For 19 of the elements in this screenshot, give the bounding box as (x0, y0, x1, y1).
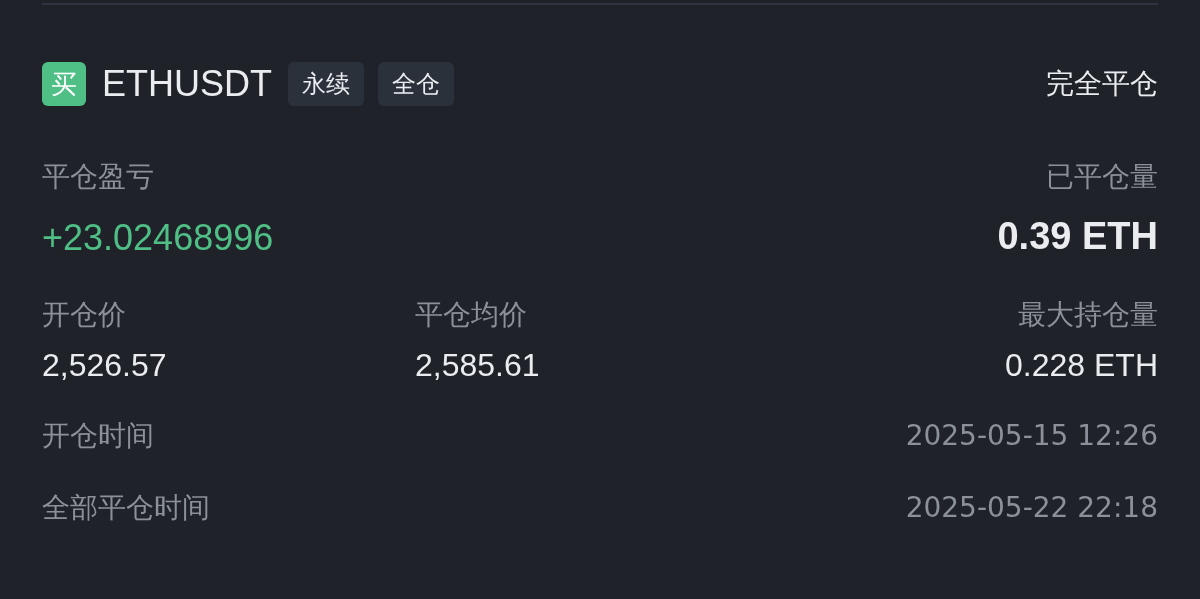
time-label: 开仓时间 (42, 418, 154, 454)
pnl-label: 平仓盈亏 (42, 159, 155, 195)
price-label: 平仓均价 (415, 297, 528, 333)
time-value: 2025-05-15 12:26 (905, 418, 1158, 454)
time-value: 2025-05-22 22:18 (905, 490, 1158, 526)
tag: 永续 (288, 62, 364, 106)
symbol-title: ETHUSDT (102, 63, 272, 105)
pnl-value: +23.02468996 (42, 217, 274, 259)
price-value: 0.228 ETH (1005, 347, 1158, 384)
time-label: 全部平仓时间 (42, 490, 210, 526)
price-value: 2,526.57 (42, 347, 168, 384)
buy-badge: 买 (42, 62, 86, 106)
closed-qty-value: 0.39 ETH (997, 215, 1158, 258)
tag: 全仓 (378, 62, 454, 106)
close-status: 完全平仓 (1046, 66, 1158, 102)
closed-qty-label: 已平仓量 (1046, 159, 1158, 195)
price-value: 2,585.61 (415, 347, 541, 384)
price-label: 开仓价 (42, 297, 127, 333)
price-label: 最大持仓量 (1018, 297, 1158, 333)
